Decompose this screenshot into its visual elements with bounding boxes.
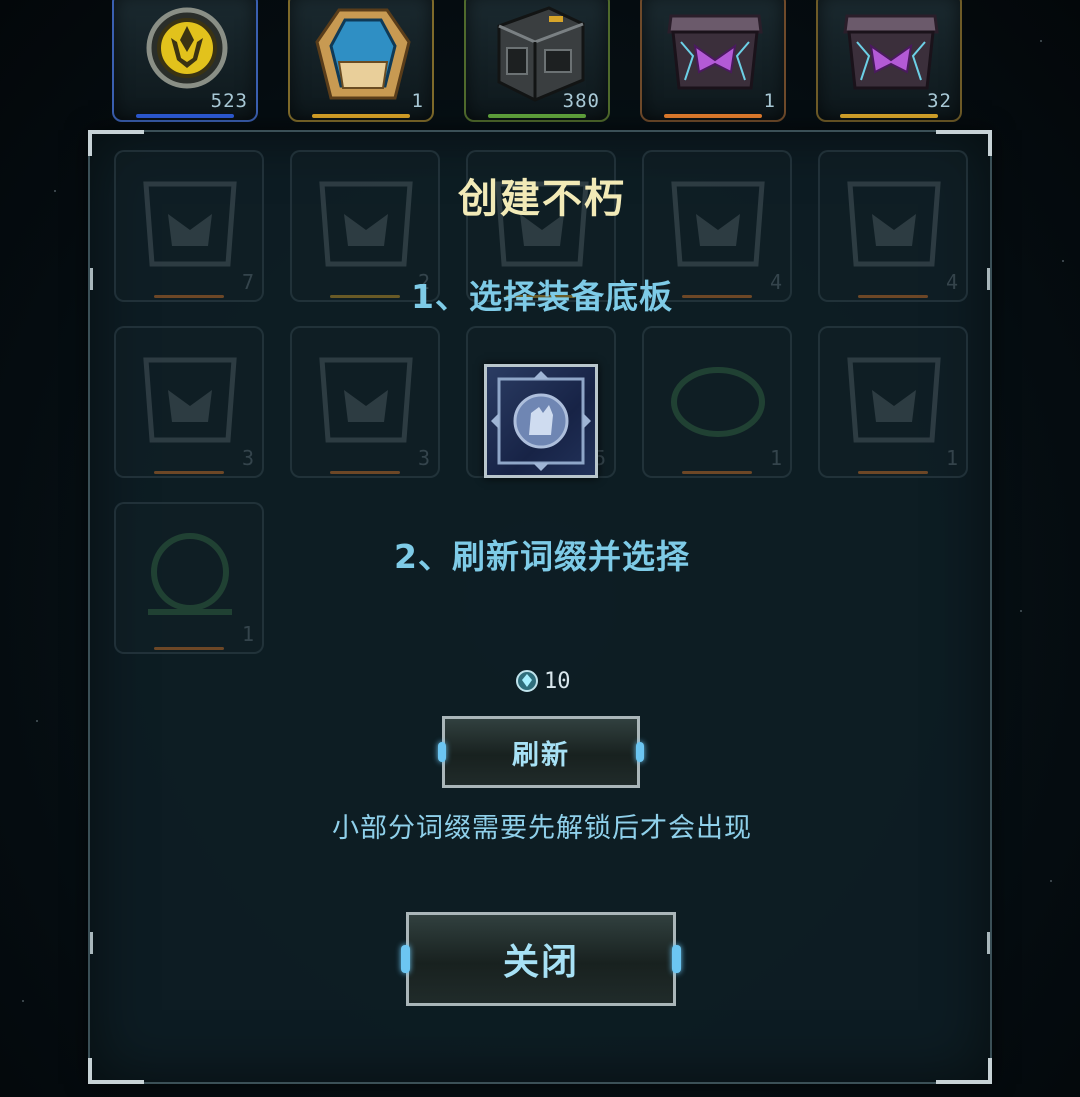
metal-crate-icon: [497, 6, 585, 102]
button-nub: [401, 945, 410, 973]
gold-emblem-icon: [146, 7, 228, 89]
rarity-bar: [154, 471, 224, 474]
refresh-cost: 10: [514, 666, 571, 696]
button-nub: [438, 742, 446, 762]
rarity-bar: [330, 471, 400, 474]
item-count: 1: [763, 90, 776, 112]
rarity-bar: [312, 114, 410, 118]
frame-tick: [987, 932, 990, 954]
refresh-button[interactable]: 刷新: [438, 716, 644, 788]
inventory-slot[interactable]: 1: [288, 0, 434, 122]
rarity-bar: [840, 114, 938, 118]
armor-box-icon: [319, 357, 413, 443]
star: [54, 190, 56, 192]
inventory-slot[interactable]: 380: [464, 0, 610, 122]
grid-cell: 1: [818, 326, 968, 478]
grid-cell: 3: [114, 326, 264, 478]
close-button[interactable]: 关闭: [401, 912, 681, 1006]
star: [22, 1000, 24, 1002]
rarity-bar: [858, 471, 928, 474]
star: [1040, 40, 1042, 42]
game-screen: 523 1 380 1 32 7 2 4 4 3 3 5 1 1 1 创建不朽 …: [0, 0, 1080, 1097]
base-plate-slot[interactable]: [484, 364, 598, 478]
frame-corner: [88, 1058, 144, 1084]
close-button-label: 关闭: [502, 942, 579, 983]
grid-cell: 1: [114, 502, 264, 654]
rarity-bar: [488, 114, 586, 118]
item-count: 380: [562, 90, 600, 112]
star: [1050, 880, 1052, 882]
hint-text: 小部分词缀需要先解锁后才会出现: [332, 813, 752, 844]
frame-corner: [936, 1058, 992, 1084]
rarity-bar: [682, 471, 752, 474]
inventory-slot[interactable]: 32: [816, 0, 962, 122]
refresh-button-label: 刷新: [512, 739, 570, 771]
star: [36, 720, 38, 722]
rarity-bar: [154, 647, 224, 650]
grid-cell: 1: [642, 326, 792, 478]
item-count: 1: [241, 622, 254, 646]
star: [1062, 260, 1064, 262]
inventory-slot[interactable]: 523: [112, 0, 258, 122]
item-count: 1: [945, 446, 958, 470]
frame-tick: [90, 932, 93, 954]
item-count: 32: [927, 90, 952, 112]
star: [1020, 610, 1022, 612]
create-immortal-dialog: 7 2 4 4 3 3 5 1 1 1 创建不朽 1、选择装备底板 2、刷新词缀…: [88, 130, 992, 1084]
rarity-bar: [664, 114, 762, 118]
blue-crystal-chest-icon: [315, 8, 411, 100]
item-count: 3: [241, 446, 254, 470]
purple-armor-box-icon: [667, 14, 763, 90]
button-nub: [636, 742, 644, 762]
dialog-title: 创建不朽: [458, 176, 626, 222]
button-nub: [672, 945, 681, 973]
armor-base-plate-icon: [491, 371, 591, 471]
armor-box-icon: [143, 357, 237, 443]
step-1-label: 1、选择装备底板: [411, 277, 673, 316]
armor-box-icon: [847, 357, 941, 443]
cost-amount: 10: [544, 668, 571, 694]
rarity-bar: [136, 114, 234, 118]
item-count: 523: [210, 90, 248, 112]
item-count: 3: [417, 446, 430, 470]
item-count: 1: [769, 446, 782, 470]
crystal-currency-icon: [516, 670, 538, 692]
green-dome-icon: [671, 367, 765, 437]
purple-armor-box-icon: [843, 14, 939, 90]
grid-cell: 3: [290, 326, 440, 478]
item-count: 1: [411, 90, 424, 112]
step-2-label: 2、刷新词缀并选择: [394, 537, 690, 576]
inventory-slot[interactable]: 1: [640, 0, 786, 122]
